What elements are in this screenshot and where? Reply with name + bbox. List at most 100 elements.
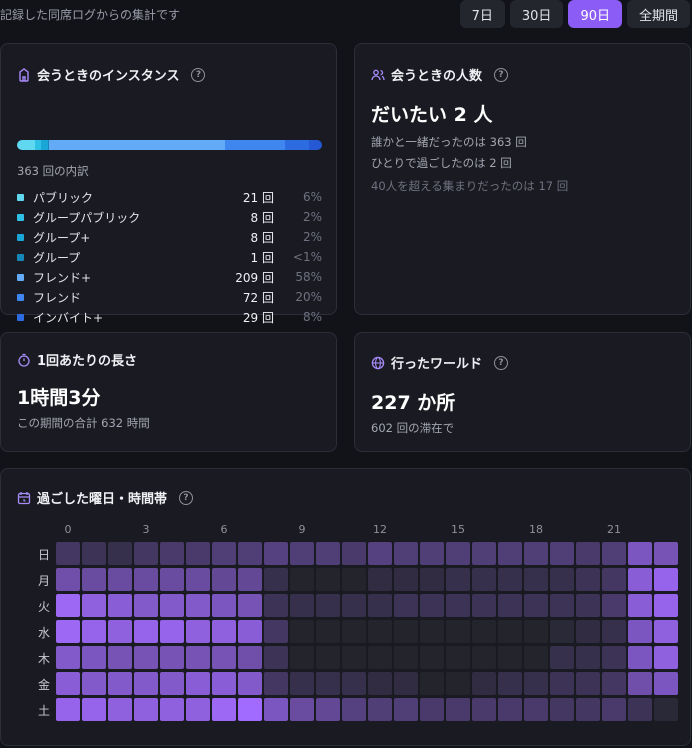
heatmap-cell[interactable] — [498, 542, 522, 565]
heatmap-cell[interactable] — [524, 568, 548, 591]
heatmap-cell[interactable] — [134, 568, 158, 591]
heatmap-cell[interactable] — [368, 568, 392, 591]
heatmap-cell[interactable] — [238, 594, 262, 617]
heatmap-cell[interactable] — [160, 646, 184, 669]
heatmap-cell[interactable] — [212, 698, 236, 721]
heatmap-cell[interactable] — [238, 698, 262, 721]
heatmap-cell[interactable] — [316, 698, 340, 721]
heatmap-cell[interactable] — [368, 646, 392, 669]
heatmap-cell[interactable] — [56, 620, 80, 643]
heatmap-cell[interactable] — [654, 698, 678, 721]
heatmap-cell[interactable] — [264, 594, 288, 617]
heatmap-cell[interactable] — [602, 568, 626, 591]
heatmap-cell[interactable] — [576, 698, 600, 721]
heatmap-cell[interactable] — [56, 542, 80, 565]
heatmap-cell[interactable] — [212, 620, 236, 643]
heatmap-cell[interactable] — [316, 620, 340, 643]
heatmap-cell[interactable] — [160, 620, 184, 643]
heatmap-cell[interactable] — [238, 672, 262, 695]
heatmap-cell[interactable] — [628, 646, 652, 669]
heatmap-cell[interactable] — [108, 698, 132, 721]
heatmap-cell[interactable] — [394, 698, 418, 721]
heatmap-cell[interactable] — [264, 542, 288, 565]
heatmap-cell[interactable] — [108, 542, 132, 565]
heatmap-cell[interactable] — [342, 672, 366, 695]
heatmap-cell[interactable] — [472, 646, 496, 669]
heatmap-cell[interactable] — [550, 672, 574, 695]
heatmap-cell[interactable] — [238, 568, 262, 591]
heatmap-cell[interactable] — [446, 594, 470, 617]
heatmap-cell[interactable] — [264, 698, 288, 721]
heatmap-cell[interactable] — [134, 620, 158, 643]
heatmap-cell[interactable] — [420, 594, 444, 617]
heatmap-cell[interactable] — [524, 698, 548, 721]
heatmap-cell[interactable] — [472, 568, 496, 591]
heatmap-cell[interactable] — [342, 542, 366, 565]
heatmap-cell[interactable] — [264, 672, 288, 695]
heatmap-cell[interactable] — [654, 620, 678, 643]
heatmap-cell[interactable] — [82, 672, 106, 695]
heatmap-cell[interactable] — [368, 594, 392, 617]
heatmap-cell[interactable] — [56, 594, 80, 617]
heatmap-cell[interactable] — [186, 672, 210, 695]
heatmap-cell[interactable] — [498, 698, 522, 721]
heatmap-cell[interactable] — [446, 620, 470, 643]
heatmap-cell[interactable] — [290, 594, 314, 617]
heatmap-cell[interactable] — [602, 672, 626, 695]
heatmap-cell[interactable] — [654, 672, 678, 695]
heatmap-cell[interactable] — [186, 646, 210, 669]
heatmap-cell[interactable] — [212, 672, 236, 695]
heatmap-cell[interactable] — [290, 672, 314, 695]
heatmap-cell[interactable] — [628, 542, 652, 565]
heatmap-cell[interactable] — [264, 646, 288, 669]
heatmap-cell[interactable] — [342, 646, 366, 669]
heatmap-cell[interactable] — [602, 646, 626, 669]
heatmap-cell[interactable] — [628, 698, 652, 721]
heatmap-cell[interactable] — [342, 594, 366, 617]
heatmap-cell[interactable] — [550, 594, 574, 617]
heatmap-cell[interactable] — [498, 568, 522, 591]
heatmap-cell[interactable] — [446, 698, 470, 721]
heatmap-cell[interactable] — [472, 672, 496, 695]
heatmap-cell[interactable] — [550, 620, 574, 643]
heatmap-cell[interactable] — [212, 594, 236, 617]
heatmap-cell[interactable] — [56, 698, 80, 721]
heatmap-cell[interactable] — [108, 594, 132, 617]
heatmap-cell[interactable] — [56, 672, 80, 695]
heatmap-cell[interactable] — [134, 646, 158, 669]
heatmap-cell[interactable] — [160, 542, 184, 565]
heatmap-cell[interactable] — [602, 620, 626, 643]
heatmap-cell[interactable] — [316, 542, 340, 565]
heatmap-cell[interactable] — [446, 646, 470, 669]
heatmap-cell[interactable] — [654, 646, 678, 669]
heatmap-cell[interactable] — [316, 568, 340, 591]
heatmap-cell[interactable] — [186, 620, 210, 643]
heatmap-cell[interactable] — [498, 672, 522, 695]
heatmap-cell[interactable] — [550, 542, 574, 565]
heatmap-cell[interactable] — [446, 672, 470, 695]
help-icon[interactable]: ? — [494, 67, 509, 82]
heatmap-cell[interactable] — [524, 672, 548, 695]
heatmap-cell[interactable] — [186, 594, 210, 617]
heatmap-cell[interactable] — [316, 594, 340, 617]
heatmap-cell[interactable] — [628, 672, 652, 695]
range-tab-30d[interactable]: 30日 — [509, 0, 564, 28]
help-icon[interactable]: ? — [494, 355, 509, 370]
heatmap-cell[interactable] — [628, 620, 652, 643]
heatmap-cell[interactable] — [628, 594, 652, 617]
heatmap-cell[interactable] — [160, 568, 184, 591]
heatmap-cell[interactable] — [342, 620, 366, 643]
heatmap-cell[interactable] — [264, 620, 288, 643]
heatmap-cell[interactable] — [290, 620, 314, 643]
heatmap-cell[interactable] — [602, 542, 626, 565]
heatmap-cell[interactable] — [472, 594, 496, 617]
heatmap-cell[interactable] — [602, 698, 626, 721]
heatmap-cell[interactable] — [316, 646, 340, 669]
heatmap-cell[interactable] — [108, 620, 132, 643]
heatmap-cell[interactable] — [368, 542, 392, 565]
heatmap-cell[interactable] — [160, 594, 184, 617]
range-tab-90d[interactable]: 90日 — [568, 0, 622, 28]
heatmap-cell[interactable] — [472, 698, 496, 721]
heatmap-cell[interactable] — [576, 568, 600, 591]
heatmap-cell[interactable] — [342, 568, 366, 591]
